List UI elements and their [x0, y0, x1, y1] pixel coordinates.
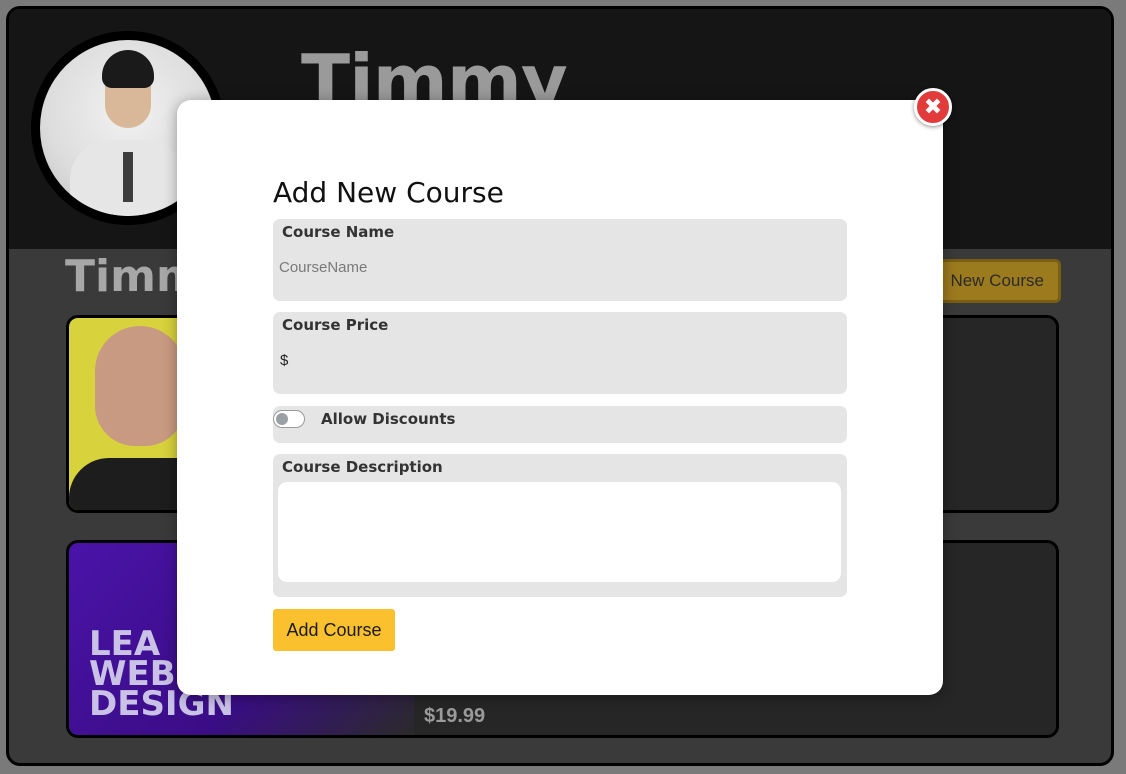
course-price-input[interactable]: [291, 348, 791, 372]
close-icon: ✖: [923, 94, 943, 120]
allow-discounts-toggle[interactable]: [273, 410, 305, 428]
course-description-label: Course Description: [282, 458, 443, 476]
course-price: $19.99: [424, 705, 486, 727]
course-price-label: Course Price: [282, 316, 389, 334]
course-price-field: Course Price $: [273, 312, 847, 394]
add-course-button[interactable]: Add Course: [273, 609, 395, 651]
toggle-knob: [276, 413, 288, 425]
course-name-label: Course Name: [282, 223, 395, 241]
course-description-textarea[interactable]: [278, 482, 841, 582]
course-name-field: Course Name: [273, 219, 847, 301]
course-description-field: Course Description: [273, 454, 847, 597]
allow-discounts-label: Allow Discounts: [321, 410, 456, 428]
close-button[interactable]: ✖: [914, 88, 952, 126]
modal-title: Add New Course: [273, 176, 504, 209]
course-name-input[interactable]: [279, 255, 779, 279]
allow-discounts-field: Allow Discounts: [273, 406, 847, 443]
currency-symbol: $: [280, 352, 289, 369]
add-course-modal: Add New Course Course Name Course Price …: [177, 100, 943, 695]
